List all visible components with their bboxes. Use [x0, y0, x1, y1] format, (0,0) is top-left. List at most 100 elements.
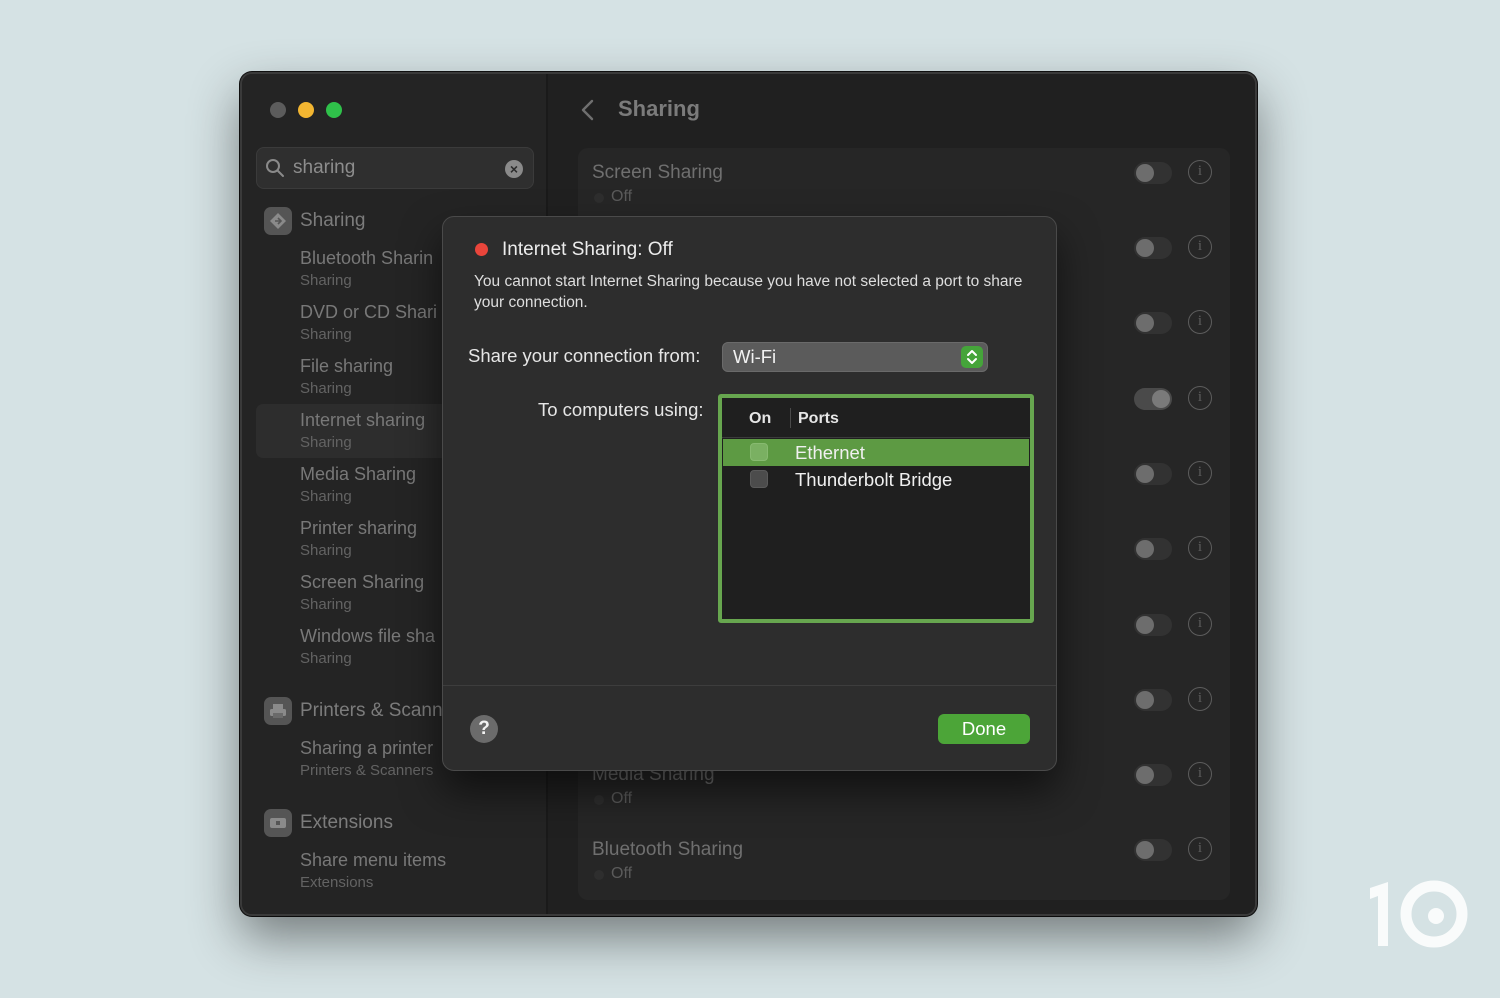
service-title: Screen Sharing: [592, 162, 723, 183]
status-dot-icon: [594, 193, 604, 203]
service-toggle[interactable]: [1134, 614, 1172, 636]
service-row-bluetooth-sharing: Bluetooth Sharing Off i: [578, 825, 1230, 900]
search-field[interactable]: ×: [256, 147, 534, 189]
ports-table: On Ports Ethernet Thunderbolt Bridge: [718, 394, 1034, 623]
toggle-knob: [1136, 540, 1154, 558]
sidebar-item-share-menu-items[interactable]: Share menu items Extensions: [256, 848, 544, 900]
toggle-knob: [1136, 465, 1154, 483]
printer-icon: [264, 697, 292, 725]
sidebar-item-title: Bluetooth Sharin: [300, 248, 434, 268]
done-button[interactable]: Done: [938, 714, 1030, 744]
service-status: Off: [611, 188, 633, 205]
internet-sharing-dialog: Internet Sharing: Off You cannot start I…: [442, 216, 1057, 771]
ports-table-header: On Ports: [722, 398, 1030, 438]
service-toggle[interactable]: [1134, 237, 1172, 259]
service-title: Bluetooth Sharing: [592, 839, 744, 860]
service-toggle[interactable]: [1134, 388, 1172, 410]
sidebar-item-subtitle: Printers & Scanners: [300, 762, 434, 779]
info-icon[interactable]: i: [1188, 235, 1212, 259]
chevron-left-icon[interactable]: [578, 98, 598, 122]
toggle-knob: [1136, 766, 1154, 784]
port-checkbox[interactable]: [750, 470, 768, 488]
port-label: Thunderbolt Bridge: [795, 469, 953, 490]
sidebar-item-title: Internet sharing: [300, 410, 426, 430]
column-divider: [790, 408, 791, 428]
service-status: Off: [611, 865, 633, 882]
sidebar-item-subtitle: Sharing: [300, 434, 352, 451]
sidebar-section-label: Extensions: [300, 812, 393, 833]
info-icon[interactable]: i: [1188, 536, 1212, 560]
sidebar-item-subtitle: Sharing: [300, 272, 352, 289]
service-toggle[interactable]: [1134, 463, 1172, 485]
port-label: Ethernet: [795, 442, 865, 463]
sidebar-item-title: Share menu items: [300, 850, 447, 870]
service-toggle[interactable]: [1134, 689, 1172, 711]
clear-search-icon[interactable]: ×: [505, 160, 523, 178]
help-button[interactable]: ?: [470, 715, 498, 743]
window-controls: [270, 102, 342, 118]
port-row-thunderbolt-bridge[interactable]: Thunderbolt Bridge: [723, 466, 1029, 493]
to-computers-label: To computers using:: [538, 399, 704, 420]
service-toggle[interactable]: [1134, 162, 1172, 184]
port-checkbox[interactable]: [750, 443, 768, 461]
zoom-window-button[interactable]: [326, 102, 342, 118]
column-header-ports[interactable]: Ports: [798, 410, 839, 428]
search-icon: [266, 159, 284, 177]
sidebar-item-subtitle: Sharing: [300, 488, 352, 505]
sidebar-item-title: Screen Sharing: [300, 572, 425, 592]
sidebar-item-title: DVD or CD Shari: [300, 302, 438, 322]
info-icon[interactable]: i: [1188, 837, 1212, 861]
sidebar-item-subtitle: Sharing: [300, 326, 352, 343]
sharing-icon: [264, 207, 292, 235]
toggle-knob: [1136, 841, 1154, 859]
sidebar-item-subtitle: Extensions: [300, 874, 374, 891]
info-icon[interactable]: i: [1188, 160, 1212, 184]
watermark-logo-icon: [1370, 880, 1468, 948]
column-header-on[interactable]: On: [749, 410, 771, 428]
info-icon[interactable]: i: [1188, 612, 1212, 636]
page-title: Sharing: [618, 96, 700, 121]
toggle-knob: [1136, 314, 1154, 332]
sidebar-section-extensions[interactable]: Extensions: [264, 809, 393, 837]
sidebar-section-sharing[interactable]: Sharing: [264, 207, 366, 235]
minimize-window-button[interactable]: [298, 102, 314, 118]
sidebar-section-label: Sharing: [300, 210, 366, 231]
info-icon[interactable]: i: [1188, 386, 1212, 410]
toggle-knob: [1152, 390, 1170, 408]
info-icon[interactable]: i: [1188, 687, 1212, 711]
info-icon[interactable]: i: [1188, 461, 1212, 485]
sidebar-item-subtitle: Sharing: [300, 542, 352, 559]
dialog-divider: [443, 685, 1056, 686]
service-toggle[interactable]: [1134, 538, 1172, 560]
port-row-ethernet[interactable]: Ethernet: [723, 439, 1029, 466]
status-off-dot-icon: [475, 243, 488, 256]
status-dot-icon: [594, 795, 604, 805]
sidebar-item-title: Media Sharing: [300, 464, 417, 484]
toggle-knob: [1136, 691, 1154, 709]
dialog-title: Internet Sharing: Off: [502, 239, 673, 260]
sidebar-item-subtitle: Sharing: [300, 380, 352, 397]
sidebar-item-title: Sharing a printer: [300, 738, 434, 758]
service-row-screen-sharing: Screen Sharing Off i: [578, 148, 1230, 223]
extensions-icon: [264, 809, 292, 837]
dialog-message: You cannot start Internet Sharing becaus…: [474, 273, 1023, 311]
status-dot-icon: [594, 870, 604, 880]
sidebar-item-subtitle: Sharing: [300, 596, 352, 613]
sidebar-item-subtitle: Sharing: [300, 650, 352, 667]
search-input[interactable]: [293, 156, 493, 180]
sidebar-section-printers[interactable]: Printers & Scann: [264, 697, 443, 725]
toggle-knob: [1136, 164, 1154, 182]
share-from-select[interactable]: Wi-Fi: [722, 342, 988, 372]
toggle-knob: [1136, 239, 1154, 257]
sidebar-item-title: File sharing: [300, 356, 394, 376]
close-window-button[interactable]: [270, 102, 286, 118]
service-toggle[interactable]: [1134, 312, 1172, 334]
chevron-updown-icon: [961, 346, 983, 368]
share-from-value: Wi-Fi: [733, 346, 777, 367]
service-toggle[interactable]: [1134, 839, 1172, 861]
service-toggle[interactable]: [1134, 764, 1172, 786]
sidebar-item-title: Windows file sha: [300, 626, 436, 646]
info-icon[interactable]: i: [1188, 310, 1212, 334]
info-icon[interactable]: i: [1188, 762, 1212, 786]
sidebar-section-label: Printers & Scann: [300, 700, 443, 721]
